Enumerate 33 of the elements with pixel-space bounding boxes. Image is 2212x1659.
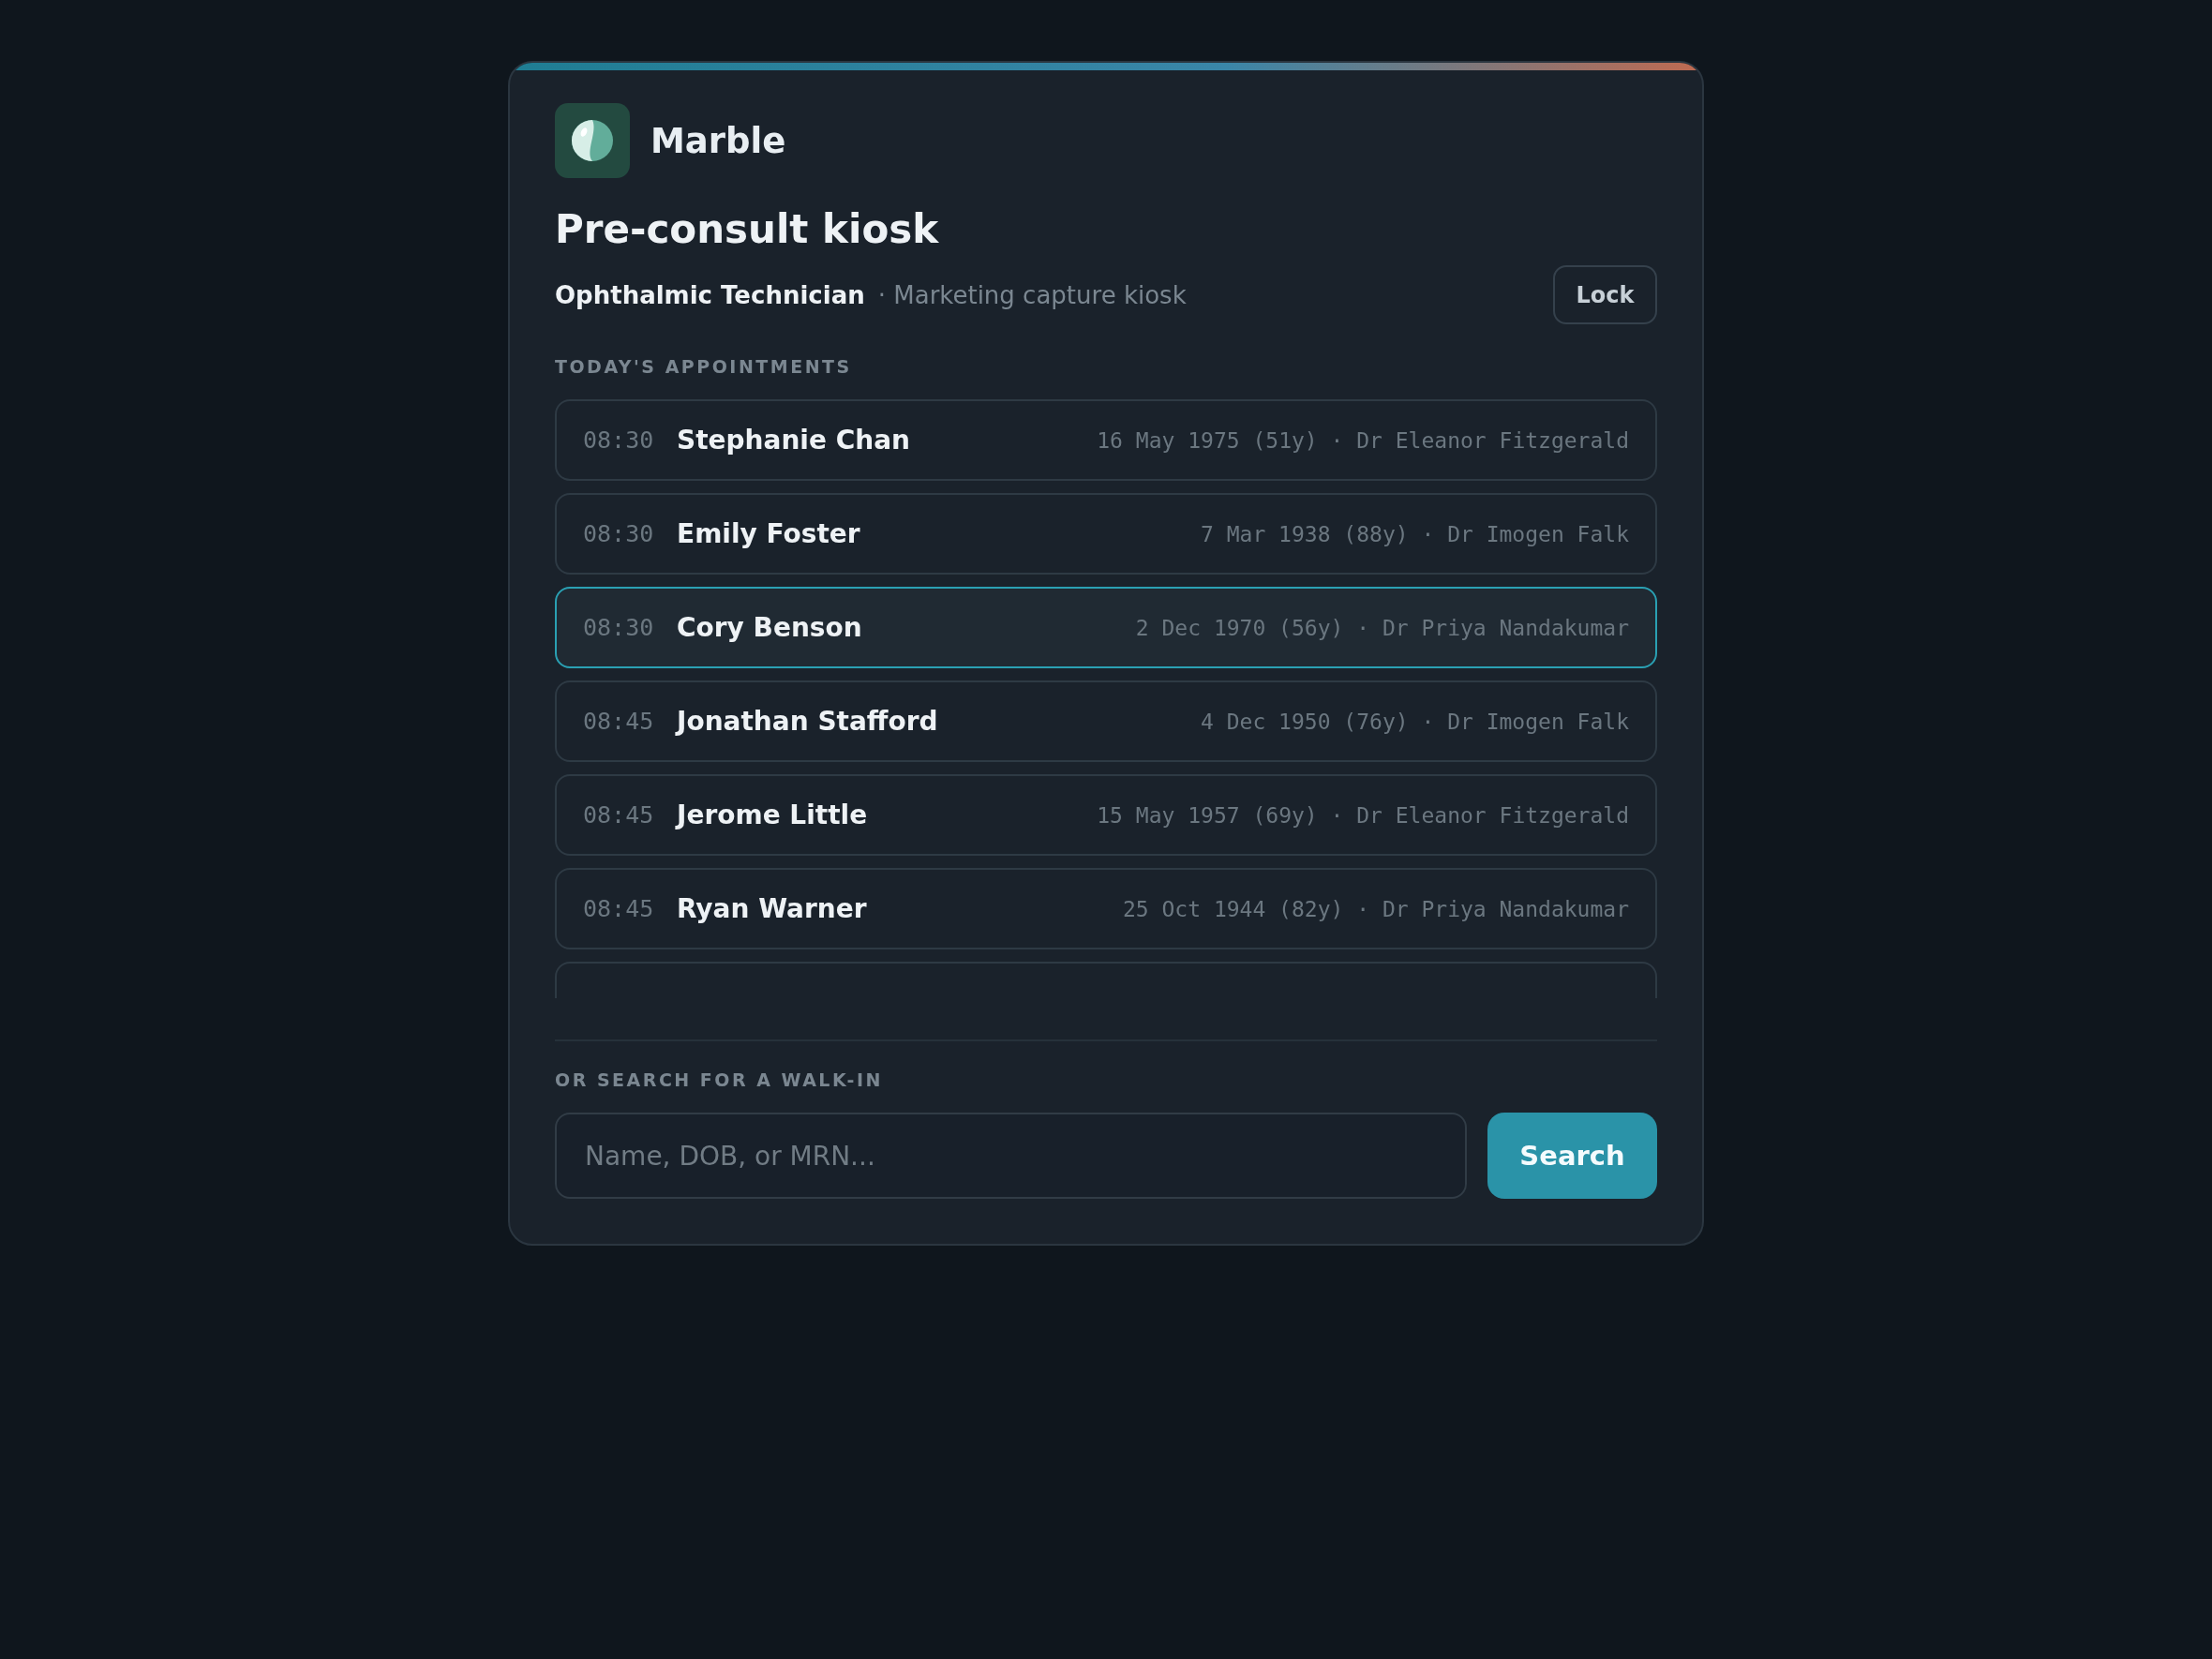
patient-name: Stephanie Chan [677, 425, 910, 456]
lock-button[interactable]: Lock [1553, 265, 1657, 324]
appointment-details: 7 Mar 1938 (88y) · Dr Imogen Falk [1201, 521, 1629, 546]
appointment-row[interactable]: 08:30 Emily Foster 7 Mar 1938 (88y) · Dr Imogen Falk [555, 493, 1657, 575]
appointment-time: 08:30 [583, 426, 655, 454]
appointment-time: 08:45 [583, 708, 655, 735]
role-label: Ophthalmic Technician [555, 280, 865, 309]
context-label: · Marketing capture kiosk [877, 280, 1187, 309]
appointment-details: 4 Dec 1950 (76y) · Dr Imogen Falk [1201, 709, 1629, 734]
appointment-details: 16 May 1975 (51y) · Dr Eleanor Fitzgerald [1097, 427, 1629, 453]
page-title: Pre-consult kiosk [555, 206, 940, 252]
appointment-row[interactable]: 08:45 Ryan Warner 25 Oct 1944 (82y) · Dr Priya Nandakumar [555, 868, 1657, 949]
appointment-row[interactable]: 08:30 Cory Benson 2 Dec 1970 (56y) · Dr Priya Nandakumar [555, 587, 1657, 668]
appointment-time: 08:45 [583, 895, 655, 922]
appointment-details: 2 Dec 1970 (56y) · Dr Priya Nandakumar [1135, 615, 1629, 640]
patient-name: Emily Foster [677, 518, 860, 549]
appointment-details: 25 Oct 1944 (82y) · Dr Priya Nandakumar [1122, 896, 1629, 921]
patient-name: Jonathan Stafford [677, 706, 938, 737]
logo-icon [555, 103, 630, 178]
appointment-details: 15 May 1957 (69y) · Dr Eleanor Fitzgerald [1097, 802, 1629, 828]
appointment-time: 08:45 [583, 801, 655, 829]
appointment-row[interactable]: 08:30 Stephanie Chan 16 May 1975 (51y) · Dr Eleanor Fitzgerald [555, 399, 1657, 481]
appointment-row[interactable]: 08:45 Jonathan Stafford 4 Dec 1950 (76y) · Dr Imogen Falk [555, 680, 1657, 762]
appointment-time: 08:30 [583, 614, 655, 641]
patient-name: Ryan Warner [677, 893, 867, 924]
section-heading: TODAY'S APPOINTMENTS [555, 356, 853, 377]
section-heading: OR SEARCH FOR A WALK-IN [555, 1069, 884, 1090]
appointment-row[interactable]: 08:45 Jerome Little 15 May 1957 (69y) · Dr Eleanor Fitzgerald [555, 774, 1657, 856]
appointment-time: 08:30 [583, 520, 655, 547]
patient-name: Jerome Little [677, 800, 868, 830]
brand-name: Marble [650, 120, 786, 161]
patient-name: Cory Benson [677, 612, 862, 643]
search-field[interactable]: Name, DOB, or MRN... [555, 1113, 1467, 1199]
